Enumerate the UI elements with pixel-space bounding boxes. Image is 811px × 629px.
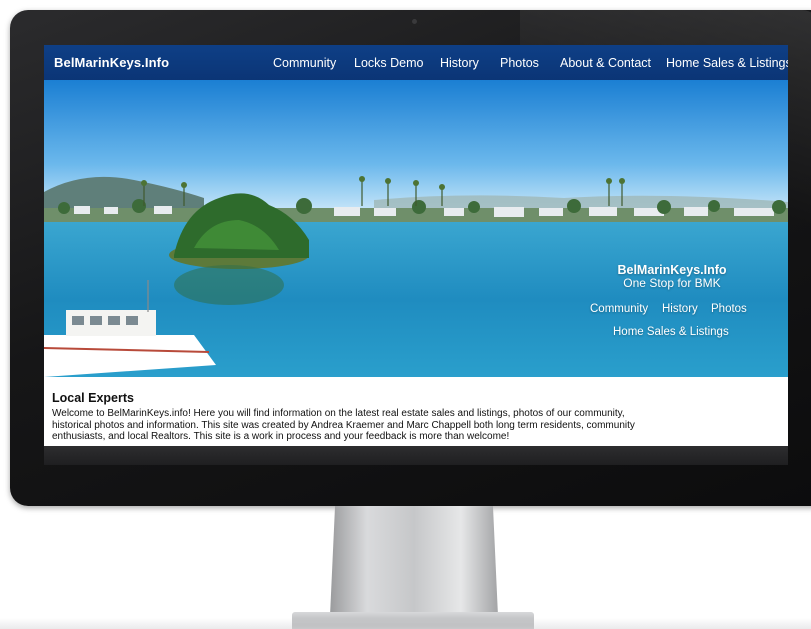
camera-dot <box>412 19 417 24</box>
hero-link-photos[interactable]: Photos <box>711 303 747 315</box>
brand-logo-link[interactable]: BelMarinKeys.Info <box>54 55 169 70</box>
hero-link-community[interactable]: Community <box>590 303 648 315</box>
floor-shadow <box>0 618 811 629</box>
hero-banner: BelMarinKeys.Info One Stop for BMK Commu… <box>44 80 788 377</box>
hero-link-history[interactable]: History <box>662 303 698 315</box>
nav-link-photos[interactable]: Photos <box>500 56 539 70</box>
nav-link-community[interactable]: Community <box>273 56 336 70</box>
nav-link-locks-demo[interactable]: Locks Demo <box>354 56 423 70</box>
monitor-screen: BelMarinKeys.Info Community Locks Demo H… <box>44 45 788 465</box>
hero-title: BelMarinKeys.Info <box>617 263 727 277</box>
top-nav-bar: BelMarinKeys.Info Community Locks Demo H… <box>44 45 788 80</box>
intro-paragraph: Welcome to BelMarinKeys.info! Here you w… <box>52 408 635 442</box>
nav-link-home-sales-listings[interactable]: Home Sales & Listings <box>666 56 788 70</box>
hero-subtitle: One Stop for BMK <box>623 276 721 290</box>
hero-link-home-sales-listings[interactable]: Home Sales & Listings <box>613 326 729 338</box>
screen-footer-strip <box>44 446 788 465</box>
nav-link-about-contact[interactable]: About & Contact <box>560 56 651 70</box>
monitor-stand-neck <box>330 506 498 616</box>
nav-link-history[interactable]: History <box>440 56 479 70</box>
section-heading: Local Experts <box>52 391 134 405</box>
